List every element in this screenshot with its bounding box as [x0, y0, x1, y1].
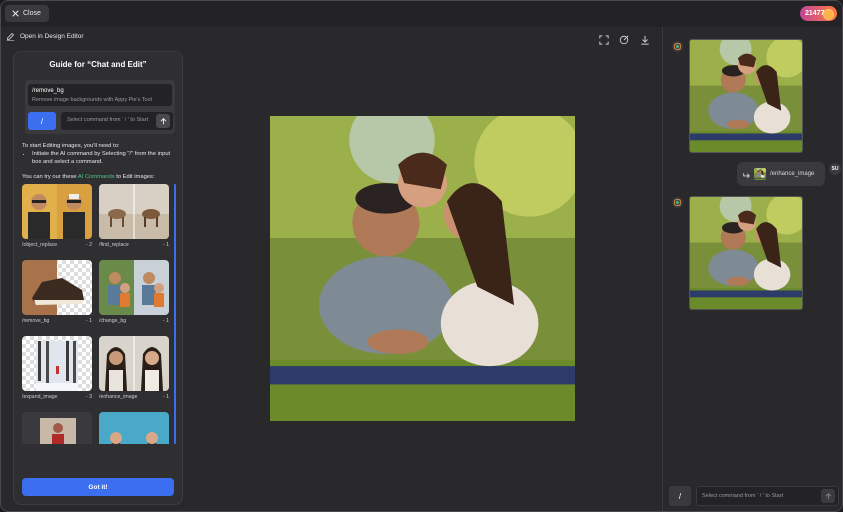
credits-badge[interactable]: 21477: [800, 6, 837, 21]
close-button[interactable]: Close: [5, 5, 49, 22]
command-name: /remove_bg: [22, 318, 50, 324]
chat-panel: /enhance_image SU / Select command from …: [662, 27, 842, 511]
guide-scrollbar[interactable]: [174, 184, 176, 444]
reply-arrow-icon: [743, 172, 750, 178]
bot-avatar: [672, 41, 683, 52]
got-it-button[interactable]: Got it!: [22, 478, 174, 496]
coin-icon: [823, 9, 834, 20]
command-name: /object_replace: [22, 242, 58, 248]
command-card[interactable]: /expand_image - 3: [22, 336, 92, 400]
expand-image-thumb: [22, 336, 92, 391]
close-icon: [12, 10, 19, 17]
credits-count: 21477: [805, 10, 825, 17]
chat-original-image[interactable]: [689, 39, 803, 153]
guide-panel: Guide for “Chat and Edit” /remove_bg Rem…: [13, 51, 183, 505]
command-name: /find_replace: [99, 242, 129, 248]
ai-commands-link[interactable]: AI Commands: [78, 174, 115, 180]
example-description: Remove image backgrounds with Appy Pie's…: [32, 97, 152, 103]
try-suffix: to Edit images:: [114, 174, 155, 180]
command-cost: - 1: [162, 242, 169, 248]
family-photo: [270, 116, 575, 421]
chat-input-placeholder: Select command from ‘ / ’ to Start: [702, 493, 784, 499]
instructions: To start Editing images, you'll need to:…: [22, 142, 180, 166]
user-avatar: SU: [829, 163, 841, 175]
enhance-image-thumb: [99, 336, 169, 391]
command-cost: - 1: [162, 394, 169, 400]
user-command: /enhance_image: [770, 171, 815, 177]
expand-icon: [599, 35, 609, 45]
command-example: /remove_bg Remove image backgrounds with…: [28, 84, 172, 106]
magic-edit-button[interactable]: [619, 32, 629, 45]
app-window: Close 21477 Open in Design Editor Guide …: [0, 0, 843, 512]
command-thumb: [22, 412, 92, 444]
command-card[interactable]: [99, 412, 169, 444]
command-name: /change_bg: [99, 318, 127, 324]
app-logo-icon: [674, 199, 681, 206]
command-card[interactable]: /object_replace - 2: [22, 184, 92, 248]
instructions-step: Initiate the AI command by Selecting "/"…: [32, 150, 180, 166]
guide-title: Guide for “Chat and Edit”: [49, 60, 147, 69]
command-input-demo: Select command from ‘ / ’ to Start: [61, 112, 173, 130]
magic-target-icon: [619, 35, 629, 45]
example-command: /remove_bg: [32, 88, 64, 94]
chat-send-button[interactable]: [821, 489, 835, 503]
chat-slash-button[interactable]: /: [669, 486, 691, 506]
command-grid: /object_replace - 2 /find_replace - 1 /rem…: [22, 184, 176, 444]
send-button: [156, 114, 170, 128]
fullscreen-button[interactable]: [599, 32, 609, 45]
try-prefix: You can try our these: [22, 174, 78, 180]
close-label: Close: [23, 10, 41, 17]
change-bg-thumb: [99, 260, 169, 315]
command-cost: - 3: [85, 394, 92, 400]
user-message: /enhance_image: [737, 162, 825, 186]
command-card[interactable]: /enhance_image - 1: [99, 336, 169, 400]
command-card[interactable]: /remove_bg - 1: [22, 260, 92, 324]
download-button[interactable]: [640, 32, 650, 45]
input-placeholder: Select command from ‘ / ’ to Start: [67, 117, 149, 123]
open-design-editor-label: Open in Design Editor: [20, 33, 84, 40]
chat-enhanced-image[interactable]: [689, 196, 803, 310]
slash-button[interactable]: /: [28, 112, 56, 130]
arrow-up-icon: [160, 117, 166, 124]
command-card[interactable]: /find_replace - 1: [99, 184, 169, 248]
chat-command-input[interactable]: Select command from ‘ / ’ to Start: [696, 486, 839, 506]
edit-icon: [6, 32, 15, 41]
bot-avatar: [672, 197, 683, 208]
command-cost: - 1: [162, 318, 169, 324]
find-replace-thumb: [99, 184, 169, 239]
command-card[interactable]: /change_bg - 1: [99, 260, 169, 324]
try-commands-text: You can try our these AI Commands to Edi…: [22, 174, 155, 180]
instructions-intro: To start Editing images, you'll need to:: [22, 143, 120, 149]
command-card[interactable]: [22, 412, 92, 444]
main-image: [270, 116, 575, 421]
top-bar: Close 21477: [1, 1, 842, 27]
arrow-up-icon: [825, 492, 831, 499]
command-name: /enhance_image: [99, 394, 138, 400]
command-example-box: /remove_bg Remove image backgrounds with…: [25, 80, 175, 134]
download-icon: [641, 35, 649, 45]
app-logo-icon: [674, 43, 681, 50]
command-cost: - 1: [85, 318, 92, 324]
command-name: /expand_image: [22, 394, 58, 400]
message-thumb: [754, 168, 766, 180]
remove-bg-thumb: [22, 260, 92, 315]
command-thumb: [99, 412, 169, 444]
command-cost: - 2: [85, 242, 92, 248]
object-replace-thumb: [22, 184, 92, 239]
open-design-editor-link[interactable]: Open in Design Editor: [6, 32, 84, 41]
